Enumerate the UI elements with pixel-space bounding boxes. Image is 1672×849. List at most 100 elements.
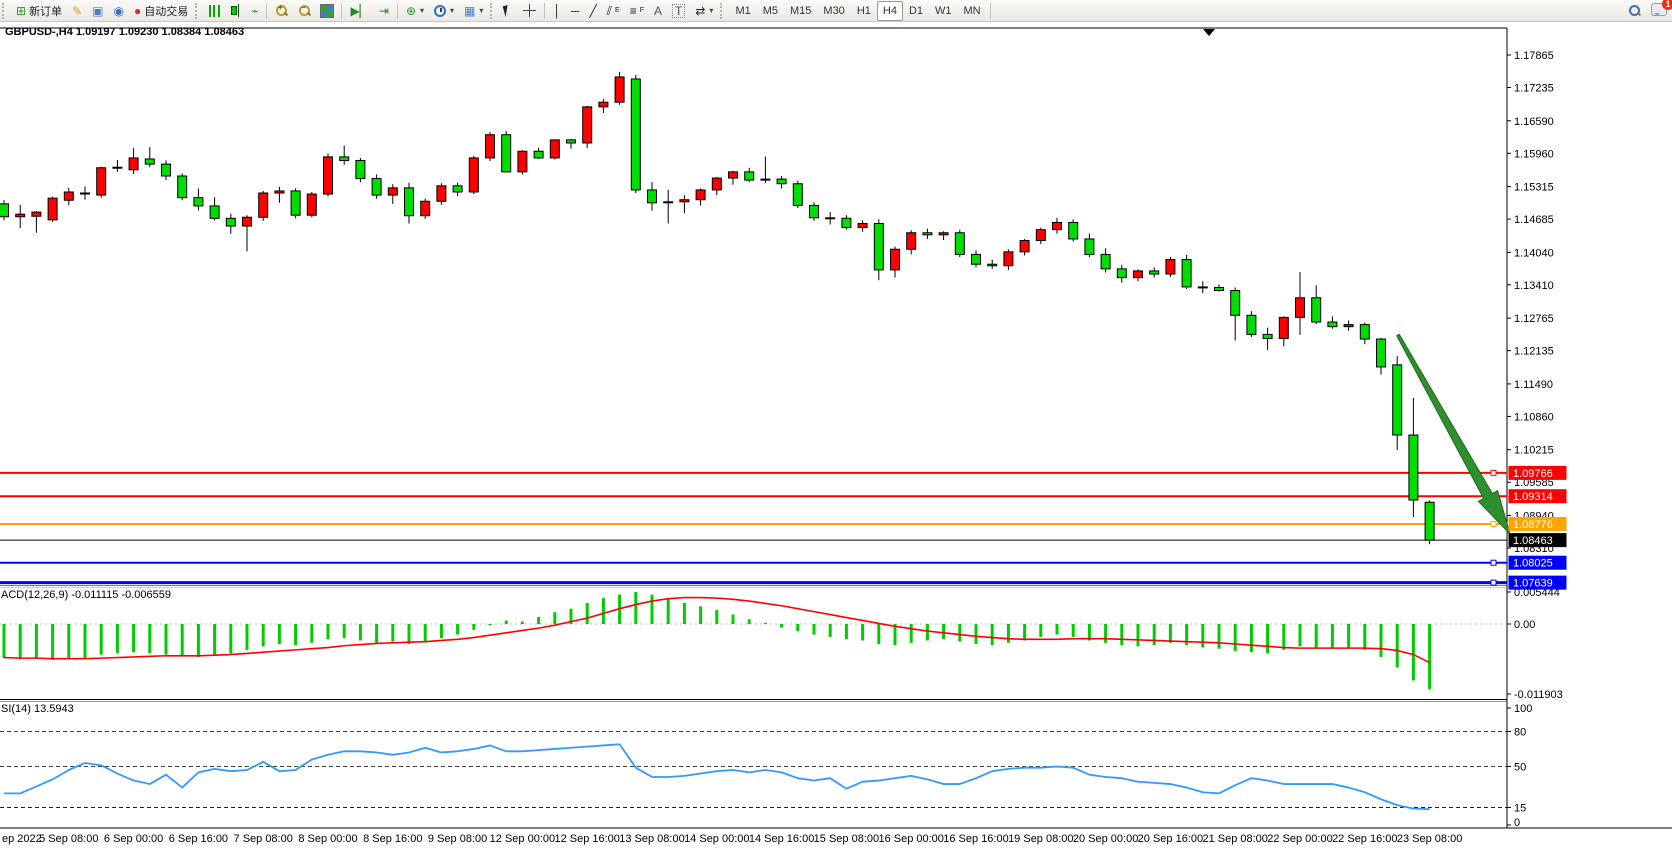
candle-body — [1085, 239, 1094, 254]
timeframe-button-mn[interactable]: MN — [958, 1, 987, 21]
macd-bar — [181, 624, 184, 656]
candle-body — [1117, 269, 1126, 278]
macd-bar — [602, 598, 605, 624]
macd-bar — [1363, 624, 1366, 650]
timeframe-button-m5[interactable]: M5 — [757, 1, 784, 21]
horizontal-line-button[interactable]: ─ — [566, 1, 585, 21]
tile-windows-icon — [321, 5, 333, 17]
candlestick-chart-button[interactable] — [225, 1, 246, 21]
search-button[interactable] — [1623, 1, 1646, 21]
candle-body — [1312, 298, 1321, 322]
hline-anchor[interactable] — [1491, 521, 1496, 526]
timeframe-button-m15[interactable]: M15 — [784, 1, 817, 21]
candle-body — [680, 200, 689, 202]
price-label-1.09314: 1.09314 — [1509, 489, 1567, 503]
timeframe-button-d1[interactable]: D1 — [903, 1, 929, 21]
chart-window: 1.178651.172351.165901.159601.153151.146… — [0, 22, 1672, 849]
macd-bar — [683, 603, 686, 624]
zoom-out-icon: − — [298, 4, 311, 17]
candle-body — [1020, 240, 1029, 251]
cursor-icon — [503, 4, 515, 17]
macd-bar — [1218, 624, 1221, 649]
toolbar-grip[interactable] — [2, 3, 9, 19]
trendline-icon: ╱ — [589, 5, 596, 17]
trendline-button[interactable]: ╱ — [584, 1, 601, 21]
new-order-icon: ⊞ — [16, 5, 26, 17]
macd-bar — [586, 603, 589, 624]
fibonacci-label: F — [640, 7, 644, 14]
time-tick-label: 13 Sep 08:00 — [619, 833, 684, 845]
timeframe-button-m1[interactable]: M1 — [729, 1, 756, 21]
fibonacci-button[interactable]: ≡F — [625, 1, 649, 21]
templates-button[interactable]: ▦▾ — [459, 1, 488, 21]
vertical-line-icon: │ — [553, 5, 561, 17]
macd-bar — [408, 624, 411, 644]
candle — [1069, 219, 1078, 241]
toolbar-grip[interactable] — [490, 3, 497, 19]
new-order-label: 新订单 — [29, 3, 62, 19]
line-chart-button[interactable]: ⌁ — [246, 1, 263, 21]
candle-body — [48, 198, 57, 220]
crosshair-button[interactable] — [518, 1, 541, 21]
macd-bar — [1266, 624, 1269, 653]
candle — [615, 72, 624, 105]
macd-bar — [148, 624, 151, 653]
candle-body — [1425, 502, 1434, 540]
auto-scroll-button[interactable]: ⇥ — [374, 1, 394, 21]
toolbar-grip[interactable] — [195, 3, 202, 19]
time-tick-label: 14 Sep 00:00 — [684, 833, 749, 845]
chart-shift-button[interactable]: ▶▏ — [345, 1, 373, 21]
timeframe-button-m30[interactable]: M30 — [817, 1, 850, 21]
zoom-out-button[interactable]: − — [293, 1, 316, 21]
candle-body — [372, 179, 381, 196]
time-tick-label: 23 Sep 08:00 — [1397, 833, 1462, 845]
bid-price-label: 1.08463 — [1509, 533, 1567, 547]
notifications-button[interactable]: 1 — [1646, 1, 1672, 21]
candle-body — [437, 186, 446, 201]
hline-anchor[interactable] — [1491, 580, 1496, 585]
rsi-tick-label: 15 — [1514, 802, 1526, 814]
macd-bar — [3, 624, 6, 658]
terminal-button[interactable]: ▣ — [87, 1, 108, 21]
cursor-button[interactable] — [499, 1, 518, 21]
tile-windows-button[interactable] — [316, 1, 338, 21]
timeframe-button-w1[interactable]: W1 — [929, 1, 958, 21]
new-order-button[interactable]: ⊞ 新订单 — [11, 1, 67, 21]
chevron-down-icon: ▾ — [420, 6, 424, 15]
text-label-button[interactable]: T — [667, 1, 690, 21]
bar-chart-button[interactable] — [204, 1, 225, 21]
price-chart[interactable]: 1.178651.172351.165901.159601.153151.146… — [0, 22, 1672, 849]
candle-body — [599, 102, 608, 107]
price-label-1.09766: 1.09766 — [1509, 466, 1567, 480]
signal-button[interactable]: ◉ — [108, 1, 128, 21]
candle — [502, 131, 511, 172]
zoom-in-button[interactable]: + — [270, 1, 293, 21]
text-button[interactable]: A — [649, 1, 667, 21]
candle — [324, 154, 333, 197]
indicators-button[interactable]: ⊕▾ — [401, 1, 429, 21]
fibonacci-icon: ≡ — [630, 5, 637, 17]
crayon-button[interactable]: ✎ — [67, 1, 87, 21]
candle — [810, 202, 819, 221]
periods-button[interactable]: ▾ — [429, 1, 459, 21]
timeframe-button-h4[interactable]: H4 — [877, 1, 903, 21]
candle — [178, 173, 187, 200]
macd-bar — [424, 624, 427, 642]
macd-bar — [132, 624, 135, 652]
candle — [631, 75, 640, 193]
macd-bar — [327, 624, 330, 639]
chevron-down-icon: ▾ — [450, 6, 454, 15]
timeframe-button-h1[interactable]: H1 — [851, 1, 877, 21]
hline-anchor[interactable] — [1491, 470, 1496, 475]
macd-bar — [1428, 624, 1431, 689]
channel-button[interactable]: ⫽E — [602, 1, 625, 21]
time-tick-label: 15 Sep 08:00 — [814, 833, 879, 845]
arrows-button[interactable]: ⇄▾ — [690, 1, 718, 21]
toolbar-separator — [544, 3, 545, 19]
vertical-line-button[interactable]: │ — [548, 1, 566, 21]
toolbar-grip[interactable] — [720, 3, 727, 19]
autotrade-button[interactable]: ● 自动交易 — [129, 1, 193, 21]
hline-anchor[interactable] — [1491, 560, 1496, 565]
macd-bar — [748, 619, 751, 624]
candle — [486, 132, 495, 161]
